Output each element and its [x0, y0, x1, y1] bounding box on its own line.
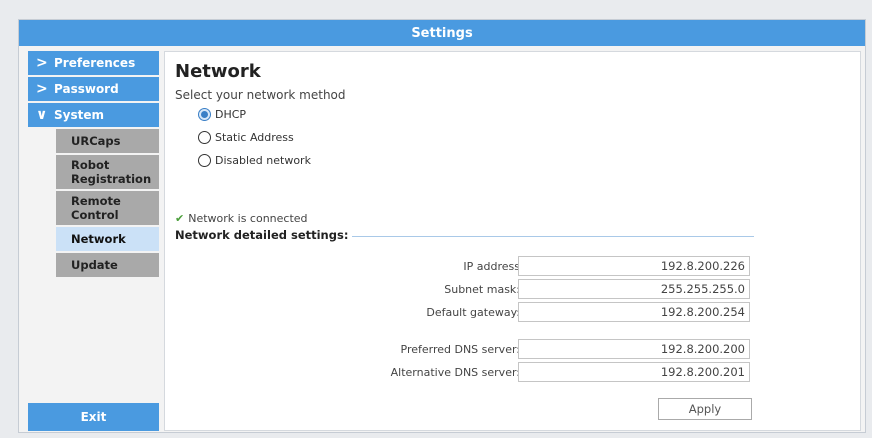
settings-window: Settings > Preferences > Password ∨ Syst… — [18, 19, 866, 433]
sidebar-item-label: Update — [71, 258, 118, 272]
chevron-right-icon: > — [36, 55, 48, 71]
page-title: Network — [175, 61, 261, 82]
apply-button[interactable]: Apply — [658, 398, 752, 420]
sidebar-item-label: System — [54, 108, 104, 122]
section-title: Network detailed settings: — [175, 228, 349, 242]
ip-address-field[interactable]: 192.8.200.226 — [518, 256, 750, 276]
sidebar-item-label: URCaps — [71, 134, 121, 148]
network-status: ✔ Network is connected — [175, 212, 308, 225]
status-text: Network is connected — [188, 212, 308, 225]
sidebar-item-password[interactable]: > Password — [28, 77, 159, 101]
radio-unselected-icon[interactable] — [198, 154, 211, 167]
radio-selected-icon[interactable] — [198, 108, 211, 121]
section-divider — [352, 236, 754, 237]
sidebar-item-remote-control[interactable]: Remote Control — [56, 191, 159, 225]
ip-address-label: IP address — [463, 260, 520, 273]
sidebar-item-label: Preferences — [54, 56, 136, 70]
alternative-dns-label: Alternative DNS server: — [390, 366, 520, 379]
radio-dhcp[interactable]: DHCP — [198, 108, 246, 121]
preferred-dns-label: Preferred DNS server: — [400, 343, 521, 356]
radio-label: Static Address — [215, 131, 294, 144]
sidebar: > Preferences > Password ∨ System URCaps… — [28, 51, 159, 431]
network-method-prompt: Select your network method — [175, 88, 346, 102]
sidebar-item-preferences[interactable]: > Preferences — [28, 51, 159, 75]
sidebar-item-label: Network — [71, 232, 126, 246]
default-gateway-field[interactable]: 192.8.200.254 — [518, 302, 750, 322]
default-gateway-label: Default gateway: — [426, 306, 520, 319]
sidebar-item-robot-registration[interactable]: Robot Registration — [56, 155, 159, 189]
radio-disabled-network[interactable]: Disabled network — [198, 154, 311, 167]
alternative-dns-field[interactable]: 192.8.200.201 — [518, 362, 750, 382]
sidebar-item-label: Robot Registration — [71, 158, 152, 186]
sidebar-item-label: Password — [54, 82, 119, 96]
chevron-down-icon: ∨ — [36, 107, 48, 123]
exit-button[interactable]: Exit — [28, 403, 159, 431]
sidebar-item-system[interactable]: ∨ System — [28, 103, 159, 127]
subnet-mask-field[interactable]: 255.255.255.0 — [518, 279, 750, 299]
window-title: Settings — [19, 20, 865, 46]
sidebar-item-update[interactable]: Update — [56, 253, 159, 277]
radio-label: DHCP — [215, 108, 247, 121]
sidebar-item-urcaps[interactable]: URCaps — [56, 129, 159, 153]
radio-static-address[interactable]: Static Address — [198, 131, 294, 144]
sidebar-item-network[interactable]: Network — [56, 227, 159, 251]
chevron-right-icon: > — [36, 81, 48, 97]
subnet-mask-label: Subnet mask: — [444, 283, 520, 296]
checkmark-icon: ✔ — [175, 212, 185, 225]
sidebar-item-label: Remote Control — [71, 194, 121, 222]
radio-unselected-icon[interactable] — [198, 131, 211, 144]
network-panel: Network Select your network method DHCP … — [164, 51, 861, 431]
radio-label: Disabled network — [215, 154, 311, 167]
preferred-dns-field[interactable]: 192.8.200.200 — [518, 339, 750, 359]
